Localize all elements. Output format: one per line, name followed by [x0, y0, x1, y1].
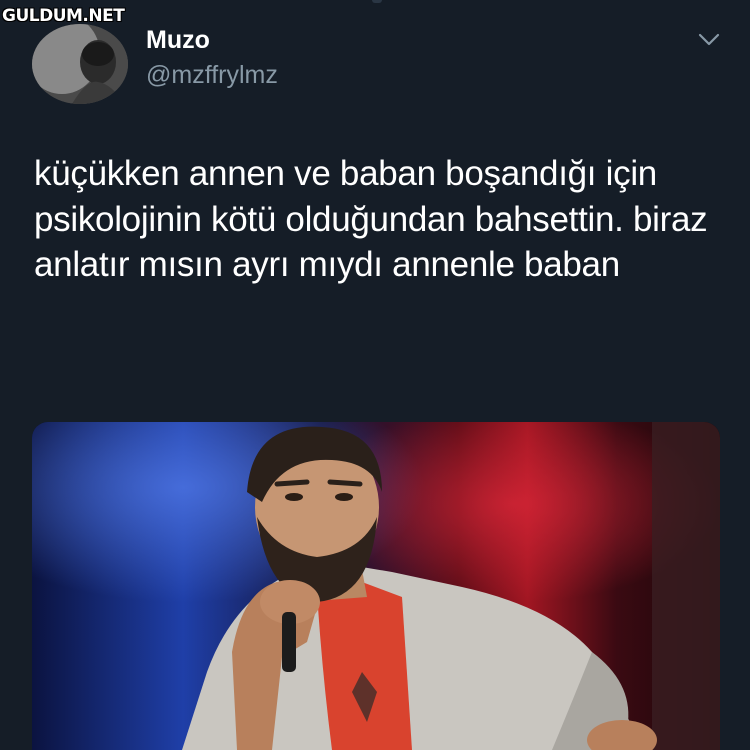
- chevron-down-icon[interactable]: [698, 32, 720, 48]
- avatar[interactable]: [32, 24, 128, 104]
- tweet-text: küçükken annen ve baban boşandığı için p…: [34, 154, 708, 284]
- tweet-screenshot: GULDUM.NET Muzo @mzffrylmz küçükken anne…: [0, 0, 750, 750]
- author-display-name[interactable]: Muzo: [146, 26, 210, 55]
- top-edge-fragment: [372, 0, 382, 3]
- tweet-media-image[interactable]: [32, 422, 720, 750]
- author-handle[interactable]: @mzffrylmz: [146, 61, 278, 90]
- avatar-photo: [32, 24, 128, 104]
- watermark-logo: GULDUM.NET: [2, 6, 125, 26]
